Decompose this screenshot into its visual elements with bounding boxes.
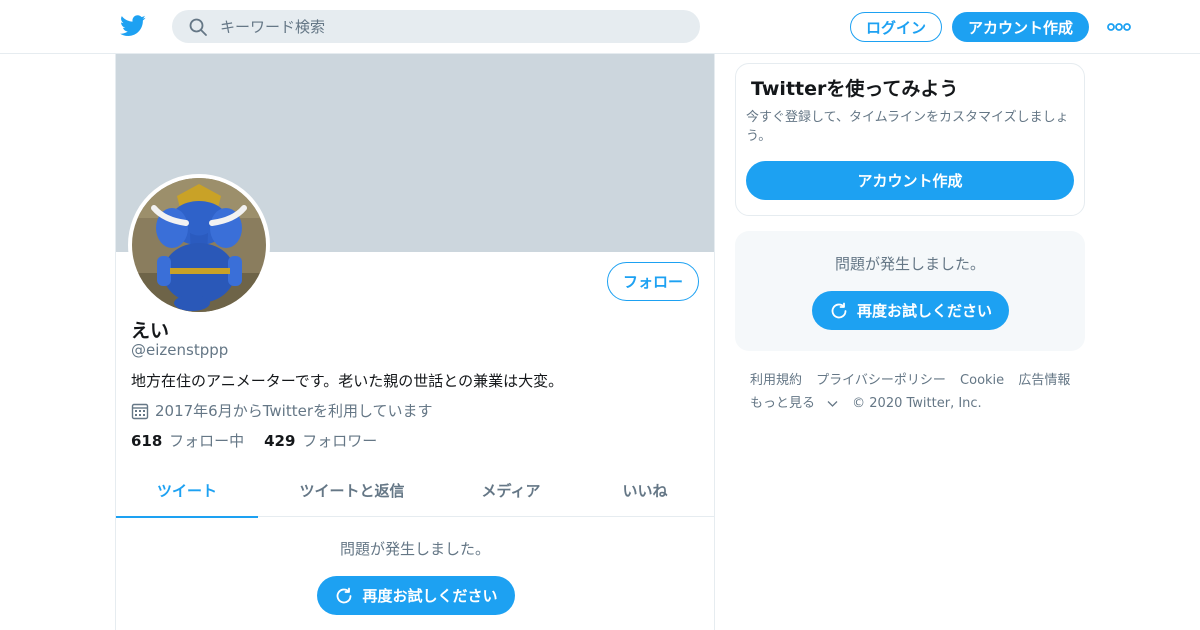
profile-tabs: ツイート ツイートと返信 メディア いいね: [116, 464, 714, 518]
login-button[interactable]: ログイン: [850, 12, 942, 42]
footer-more-link[interactable]: もっと見る: [750, 396, 838, 411]
search-box[interactable]: [172, 10, 700, 43]
footer-link-terms[interactable]: 利用規約: [750, 373, 802, 388]
following-label: フォロー中: [169, 432, 245, 450]
sidebar-error-message: 問題が発生しました。: [834, 255, 985, 273]
sidebar-error-card: 問題が発生しました。 再度お試しください: [735, 231, 1085, 351]
profile-handle: @eizenstppp: [131, 341, 229, 359]
retry-label: 再度お試しください: [856, 302, 992, 320]
signup-card-description: 今すぐ登録して、タイムラインをカスタマイズしましょう。: [746, 110, 1069, 144]
following-stat[interactable]: 618 フォロー中: [131, 430, 244, 451]
calendar-icon: [131, 403, 149, 419]
twitter-bird-icon[interactable]: [120, 14, 146, 38]
tab-tweets-replies[interactable]: ツイートと返信: [258, 464, 446, 517]
profile-joined-date: 2017年6月からTwitterを利用しています: [131, 400, 433, 421]
search-icon: [189, 18, 207, 36]
follow-button[interactable]: フォロー: [607, 262, 699, 301]
avatar-image: [132, 178, 266, 312]
top-navigation-bar: ログイン アカウント作成: [0, 0, 1200, 54]
footer-links: 利用規約 プライバシーポリシー Cookie 広告情報 もっと見る © 2020…: [750, 369, 1085, 415]
signup-button[interactable]: アカウント作成: [952, 12, 1089, 42]
tab-media[interactable]: メディア: [446, 464, 576, 517]
footer-link-privacy[interactable]: プライバシーポリシー: [816, 373, 946, 388]
followers-stat[interactable]: 429 フォロワー: [264, 430, 377, 451]
profile-stats: 618 フォロー中 429 フォロワー: [131, 430, 397, 451]
signup-card-title: Twitterを使ってみよう: [751, 78, 959, 100]
profile-column: フォロー えい @eizenstppp 地方在住のアニメーターです。老いた親の世…: [115, 54, 715, 630]
footer-more-label: もっと見る: [750, 396, 816, 411]
chevron-down-icon: [827, 400, 838, 407]
profile-name: えい: [131, 320, 170, 342]
avatar[interactable]: [128, 174, 270, 316]
timeline-error-message: 問題が発生しました。: [339, 540, 490, 558]
profile-bio: 地方在住のアニメーターです。老いた親の世話との兼業は大変。: [131, 372, 564, 390]
signup-card: Twitterを使ってみよう 今すぐ登録して、タイムラインをカスタマイズしましょ…: [735, 63, 1085, 216]
search-input[interactable]: [220, 10, 680, 43]
followers-label: フォロワー: [302, 432, 378, 450]
timeline-retry-button[interactable]: 再度お試しください: [317, 576, 515, 615]
refresh-icon: [831, 302, 847, 318]
following-count: 618: [131, 432, 163, 450]
footer-link-cookie[interactable]: Cookie: [960, 373, 1004, 388]
sidebar-retry-button[interactable]: 再度お試しください: [812, 291, 1009, 330]
followers-count: 429: [264, 432, 296, 450]
tab-likes[interactable]: いいね: [576, 464, 714, 517]
more-dots-icon[interactable]: [1106, 18, 1132, 36]
refresh-icon: [337, 587, 352, 603]
footer-link-ads[interactable]: 広告情報: [1018, 373, 1070, 388]
sidebar-signup-button[interactable]: アカウント作成: [746, 161, 1074, 200]
retry-label: 再度お試しください: [362, 587, 498, 605]
tab-tweets[interactable]: ツイート: [116, 464, 258, 518]
footer-copyright: © 2020 Twitter, Inc.: [852, 396, 982, 411]
joined-text: 2017年6月からTwitterを利用しています: [155, 402, 433, 420]
